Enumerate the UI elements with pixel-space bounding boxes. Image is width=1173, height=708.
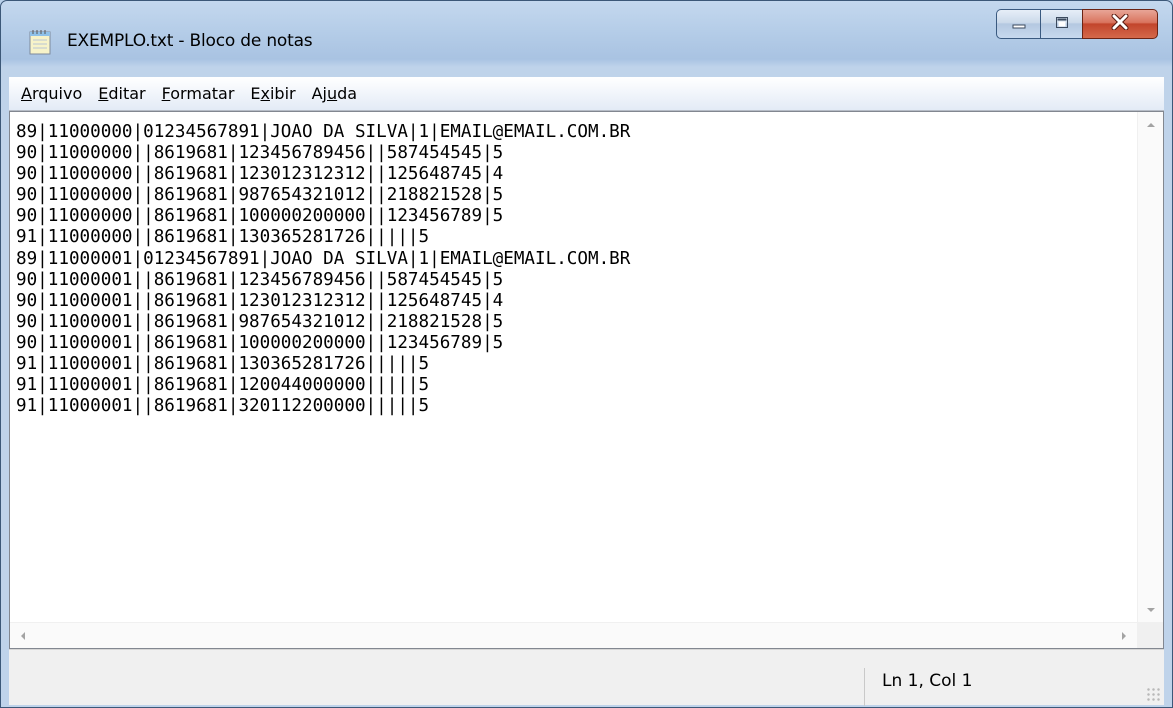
scrollbar-corner [1137, 622, 1163, 648]
title-bar[interactable]: EXEMPLO.txt - Bloco de notas [1, 1, 1172, 65]
editor-area[interactable]: 89|11000000|01234567891|JOAO DA SILVA|1|… [9, 111, 1164, 649]
text-content[interactable]: 89|11000000|01234567891|JOAO DA SILVA|1|… [16, 122, 1133, 622]
menu-exibir[interactable]: Exibir [242, 84, 303, 103]
menu-editar[interactable]: Editar [90, 84, 153, 103]
notepad-window: EXEMPLO.txt - Bloco de notas Arquivo Edi… [0, 0, 1173, 708]
minimize-icon [1011, 15, 1027, 34]
cursor-position: Ln 1, Col 1 [882, 671, 973, 691]
menu-arquivo[interactable]: Arquivo [13, 84, 90, 103]
scroll-down-icon[interactable] [1147, 608, 1155, 612]
scroll-right-icon[interactable] [1122, 632, 1126, 640]
menu-formatar[interactable]: Formatar [154, 84, 243, 103]
status-bar: Ln 1, Col 1 [9, 649, 1164, 706]
resize-grip-icon[interactable] [1146, 687, 1160, 701]
vertical-scrollbar[interactable] [1137, 112, 1163, 622]
minimize-button[interactable] [996, 9, 1040, 39]
horizontal-scrollbar[interactable] [10, 622, 1137, 648]
notepad-icon [29, 29, 51, 55]
close-button[interactable] [1082, 9, 1158, 39]
caption-buttons [996, 9, 1158, 39]
close-icon [1110, 13, 1130, 34]
status-divider [864, 668, 865, 706]
menu-ajuda[interactable]: Ajuda [304, 84, 366, 103]
window-title: EXEMPLO.txt - Bloco de notas [67, 31, 313, 51]
scroll-left-icon[interactable] [21, 632, 25, 640]
menu-bar: Arquivo Editar Formatar Exibir Ajuda [9, 77, 1164, 111]
maximize-icon [1054, 15, 1070, 34]
scroll-up-icon[interactable] [1147, 123, 1155, 127]
maximize-button[interactable] [1040, 9, 1082, 39]
